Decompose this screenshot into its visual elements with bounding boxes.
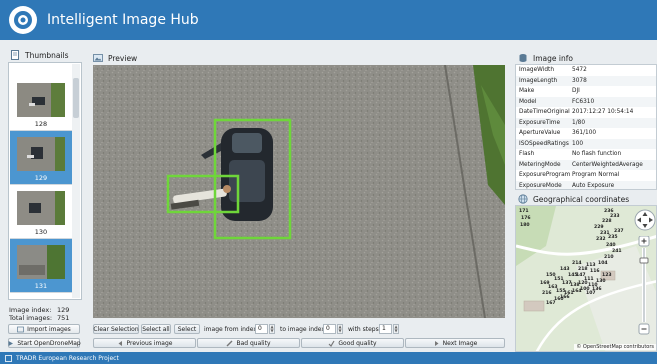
map-marker[interactable]: 228 <box>602 218 612 224</box>
thumbnail-image <box>17 83 65 117</box>
clear-selection-button[interactable]: Clear Selection <box>93 324 139 334</box>
total-images-stat: Total images: 751 <box>9 314 70 322</box>
preview-image[interactable] <box>93 65 505 318</box>
map-marker[interactable]: 232 <box>596 236 606 242</box>
map-marker[interactable]: 116 <box>590 268 600 274</box>
project-icon <box>5 354 12 362</box>
app-title: Intelligent Image Hub <box>47 12 199 28</box>
info-row: MeteringMode CenterWeightedAverage <box>516 159 656 170</box>
map-marker[interactable]: 241 <box>612 248 622 254</box>
preview-header: Preview <box>93 53 137 63</box>
map-marker[interactable]: 235 <box>608 234 618 240</box>
info-row: ISOSpeedRatings 100 <box>516 138 656 149</box>
map-marker[interactable]: 130 <box>596 278 606 284</box>
steps-spinner[interactable]: ▲ ▼ <box>393 324 399 334</box>
info-row: ExposureProgram Program Normal <box>519 172 620 178</box>
thumbnail-label: 131 <box>34 282 48 290</box>
image-info-header: Image info <box>518 53 573 63</box>
map-marker[interactable]: 180 <box>520 222 530 228</box>
from-index-spinner[interactable]: ▲ ▼ <box>269 324 275 334</box>
aerial-photo <box>93 65 505 318</box>
status-bar: TRADR European Research Project <box>0 352 657 364</box>
document-icon <box>10 50 20 60</box>
thumbnail-label: 130 <box>34 228 48 236</box>
info-row: ImageWidth 5472 <box>519 67 587 73</box>
thumbnail-image <box>17 137 65 171</box>
map-marker[interactable]: 229 <box>594 224 604 230</box>
next-image-button[interactable]: Next Image <box>405 338 505 348</box>
play-icon <box>7 340 14 347</box>
arrow-right-icon <box>433 340 440 347</box>
thumbnail-list[interactable]: 128 129 130 131 <box>8 62 82 300</box>
globe-icon <box>518 194 528 204</box>
title-bar: Intelligent Image Hub <box>0 0 657 40</box>
map-marker[interactable]: 176 <box>521 215 531 221</box>
steps-input[interactable]: 1 <box>379 324 392 334</box>
good-quality-button[interactable]: Good quality <box>301 338 404 348</box>
geo-map[interactable]: 171 176 180 236 233 228 229 231 235 237 232 240 241 2… <box>515 205 657 352</box>
map-marker[interactable]: 111 <box>584 276 594 282</box>
info-row: Flash No flash function <box>519 151 622 157</box>
info-row: Make DJI <box>519 88 580 94</box>
map-marker[interactable]: 240 <box>606 242 616 248</box>
select-button[interactable]: Select <box>174 324 200 334</box>
from-index-input[interactable]: 0 <box>255 324 268 334</box>
info-row: ExposureTime 1/80 <box>516 117 656 128</box>
picture-icon <box>93 53 103 63</box>
map-marker[interactable]: 136 <box>592 286 602 292</box>
thumbnail-image <box>17 245 65 279</box>
info-row: DateTimeOriginal 2017:12:27 10:54:14 <box>519 109 634 115</box>
map-pan-control[interactable] <box>634 209 656 231</box>
steps-label: with steps <box>348 326 379 333</box>
to-index-input[interactable]: 0 <box>323 324 336 334</box>
map-marker[interactable]: 166 <box>560 294 570 300</box>
start-opendronemap-button[interactable]: Start OpenDroneMap <box>7 338 81 348</box>
from-index-label: image from index <box>204 326 257 333</box>
image-index-stat: Image index: 129 <box>9 306 70 314</box>
map-marker[interactable]: 167 <box>546 300 556 306</box>
to-index-label: to image index <box>280 326 325 333</box>
info-row: ApertureValue 361/100 <box>519 130 597 136</box>
map-marker[interactable]: 104 <box>598 260 608 266</box>
map-marker[interactable]: 123 <box>602 272 612 278</box>
thumbnail-label: 129 <box>34 174 48 182</box>
map-marker[interactable]: 210 <box>604 254 614 260</box>
import-images-button[interactable]: Import images <box>8 324 80 334</box>
map-marker[interactable]: 113 <box>586 262 596 268</box>
thumbnails-header: Thumbnails <box>10 50 69 60</box>
footer-text: TRADR European Research Project <box>16 354 119 362</box>
info-row: Model FC6310 <box>516 96 656 107</box>
map-marker[interactable]: 171 <box>519 208 529 214</box>
previous-image-button[interactable]: Previous image <box>93 338 196 348</box>
app-logo-icon <box>9 6 37 34</box>
thumbnail-scrollbar[interactable] <box>72 64 80 298</box>
map-zoom-slider[interactable] <box>638 235 650 336</box>
map-marker[interactable]: 237 <box>614 228 624 234</box>
map-marker[interactable]: 214 <box>572 260 582 266</box>
map-attribution: © OpenStreetMap contributors <box>574 344 656 350</box>
thumbnail-image <box>17 191 65 225</box>
arrow-left-icon <box>117 340 124 347</box>
map-marker[interactable]: 216 <box>542 290 552 296</box>
import-icon <box>17 326 25 333</box>
thumbnail-item[interactable]: 128 <box>10 77 72 131</box>
info-row: ImageLength 3078 <box>516 75 656 86</box>
geo-header: Geographical coordinates <box>518 194 629 204</box>
thumbnail-item[interactable]: 129 <box>10 131 72 185</box>
thumbs-down-icon <box>226 340 233 347</box>
map-marker[interactable]: 143 <box>560 266 570 272</box>
image-info-table[interactable]: ImageWidth 5472 ImageLength 3078 Make DJI M… <box>515 64 657 190</box>
scrollbar-handle[interactable] <box>73 78 79 118</box>
info-row: ExposureMode Auto Exposure <box>516 180 656 189</box>
thumbnail-item[interactable]: 131 <box>10 239 72 293</box>
thumbnail-label: 128 <box>34 120 48 128</box>
database-icon <box>518 53 528 63</box>
bad-quality-button[interactable]: Bad quality <box>197 338 300 348</box>
to-index-spinner[interactable]: ▲ ▼ <box>337 324 343 334</box>
thumbs-up-icon <box>328 340 335 347</box>
select-all-button[interactable]: Select all <box>141 324 171 334</box>
thumbnail-item[interactable]: 130 <box>10 185 72 239</box>
